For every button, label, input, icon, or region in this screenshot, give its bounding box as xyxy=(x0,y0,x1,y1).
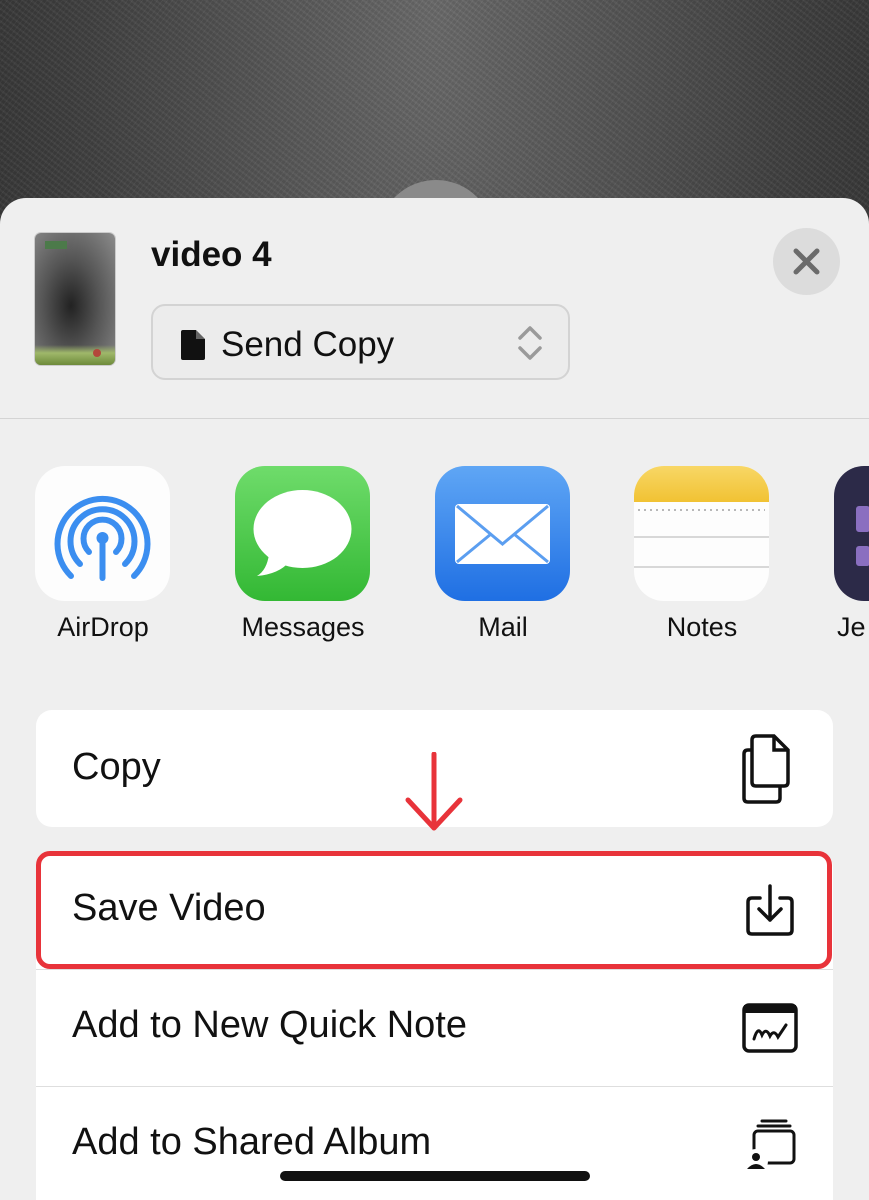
close-button[interactable] xyxy=(773,228,840,295)
airdrop-icon xyxy=(35,466,170,601)
shared-album-label: Add to Shared Album xyxy=(72,1121,432,1163)
close-icon xyxy=(793,248,820,275)
app-row: AirDrop Messages Mail Notes Je xyxy=(0,466,869,656)
app-label-messages: Messages xyxy=(241,612,365,642)
app-icon xyxy=(834,466,869,601)
document-icon xyxy=(181,330,205,360)
quick-note-action[interactable]: Add to New Quick Note xyxy=(36,970,833,1086)
messages-icon xyxy=(235,466,370,601)
highlight-box xyxy=(36,851,832,969)
app-label-airdrop: AirDrop xyxy=(57,612,149,642)
header-divider xyxy=(0,418,869,419)
app-label-partial: Je xyxy=(837,612,866,642)
shared-album-icon xyxy=(744,1119,796,1173)
send-mode-label: Send Copy xyxy=(221,325,395,364)
quick-note-icon xyxy=(742,1003,798,1053)
app-partial[interactable]: Je xyxy=(799,466,869,646)
app-label-notes: Notes xyxy=(666,612,738,642)
app-messages[interactable]: Messages xyxy=(200,466,400,646)
share-sheet-header: video 4 Send Copy xyxy=(0,198,869,418)
mail-icon xyxy=(435,466,570,601)
file-title: video 4 xyxy=(151,235,272,274)
quick-note-label: Add to New Quick Note xyxy=(72,1004,467,1046)
copy-icon xyxy=(742,734,790,804)
arrow-down-icon xyxy=(405,752,463,831)
home-indicator xyxy=(280,1171,590,1181)
shared-album-action[interactable]: Add to Shared Album xyxy=(36,1087,833,1200)
app-notes[interactable]: Notes xyxy=(599,466,799,646)
app-airdrop[interactable]: AirDrop xyxy=(0,466,200,646)
chevron-updown-icon xyxy=(518,326,542,360)
copy-label: Copy xyxy=(72,746,161,788)
share-sheet: video 4 Send Copy AirDrop Messages Mail … xyxy=(0,198,869,1200)
notes-icon xyxy=(634,466,769,601)
app-label-mail: Mail xyxy=(478,612,528,642)
video-thumbnail xyxy=(35,233,115,365)
send-mode-select[interactable]: Send Copy xyxy=(151,304,570,380)
app-mail[interactable]: Mail xyxy=(400,466,600,646)
